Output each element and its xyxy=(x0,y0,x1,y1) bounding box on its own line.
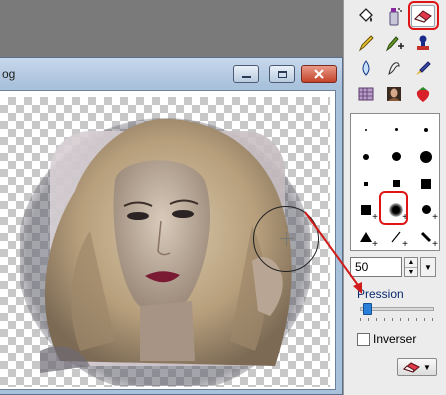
brush-shape-7[interactable] xyxy=(351,170,381,197)
brush-shape-4[interactable] xyxy=(351,143,381,170)
eraser-options-button[interactable]: ▼ xyxy=(397,358,437,376)
brush-shape-13[interactable]: + xyxy=(351,223,381,250)
chevron-down-icon[interactable]: ▼ xyxy=(405,267,417,276)
tool-spray[interactable] xyxy=(382,5,406,27)
close-icon xyxy=(314,69,324,79)
maximize-icon xyxy=(277,70,287,78)
brush-plus-icon xyxy=(385,36,404,52)
eraser-icon xyxy=(403,362,420,373)
pression-label: Pression xyxy=(357,287,404,301)
pression-slider-thumb[interactable] xyxy=(363,303,373,315)
brush-dot-plus xyxy=(421,205,431,214)
plus-icon: + xyxy=(372,239,378,250)
plus-icon: + xyxy=(402,239,408,250)
brush-dot-tiny xyxy=(365,128,367,131)
fill-bucket-icon xyxy=(359,8,373,22)
plus-icon: + xyxy=(372,212,378,223)
brush-dot-small xyxy=(394,128,398,131)
tool-pencil[interactable] xyxy=(354,32,378,54)
brush-shape-1[interactable] xyxy=(351,116,381,143)
brush-shape-10[interactable]: + xyxy=(351,196,381,223)
pression-slider-ticks xyxy=(360,318,436,322)
spray-bottle-icon xyxy=(389,8,402,26)
brush-dot-medium xyxy=(391,152,401,161)
brush-shape-9[interactable] xyxy=(411,170,441,197)
water-drop-icon xyxy=(362,60,370,76)
brush-shape-3[interactable] xyxy=(411,116,441,143)
image-canvas[interactable] xyxy=(0,90,336,390)
chevron-up-icon[interactable]: ▲ xyxy=(405,258,417,267)
inverser-label: Inverser xyxy=(373,332,417,346)
brush-dot-large xyxy=(420,150,432,163)
pencil-icon xyxy=(358,35,374,52)
eraser-highlight-ring xyxy=(408,1,439,30)
brush-highlight-ring xyxy=(379,191,408,225)
minimize-button[interactable] xyxy=(233,65,259,83)
paint-brush-icon xyxy=(416,61,431,75)
inverser-checkbox[interactable] xyxy=(357,333,370,346)
brush-dot-medium xyxy=(363,153,369,160)
plus-icon: + xyxy=(432,212,438,223)
brush-dot-small xyxy=(424,127,428,132)
image-window-title: og xyxy=(2,67,16,81)
brush-shape-14[interactable]: + xyxy=(381,223,411,250)
tool-strawberry[interactable] xyxy=(411,83,435,105)
brush-shape-12[interactable]: + xyxy=(411,196,441,223)
image-window-titlebar[interactable]: og xyxy=(0,58,342,86)
dropdown-arrow-icon: ▼ xyxy=(423,362,431,372)
strawberry-icon xyxy=(416,87,430,102)
brush-diagonal-thin xyxy=(391,231,401,242)
tool-paint-brush[interactable] xyxy=(411,57,435,79)
tool-smudge[interactable] xyxy=(382,57,406,79)
stamp-icon xyxy=(417,35,429,50)
brush-shape-15[interactable]: + xyxy=(411,223,441,250)
tool-fill-bucket[interactable] xyxy=(354,5,378,27)
image-window: og xyxy=(0,57,343,395)
brush-shape-2[interactable] xyxy=(381,116,411,143)
tool-water-drop[interactable] xyxy=(354,57,378,79)
brush-size-dropdown[interactable]: ▼ xyxy=(420,257,436,277)
portrait-icon xyxy=(387,87,401,101)
brush-square-small xyxy=(364,181,368,186)
brush-size-input[interactable]: 50 xyxy=(350,257,402,277)
dropdown-arrow-icon: ▼ xyxy=(424,262,432,272)
plus-icon: + xyxy=(432,239,438,250)
brush-shape-grid: + + + + + + xyxy=(350,113,440,251)
brush-square-plus xyxy=(361,204,371,215)
tool-brush-plus[interactable] xyxy=(382,32,406,54)
tool-stamp[interactable] xyxy=(411,32,435,54)
brush-crosshair xyxy=(280,232,294,246)
maximize-button[interactable] xyxy=(269,65,295,83)
brush-triangle xyxy=(360,231,372,242)
close-button[interactable] xyxy=(301,65,337,83)
brush-shape-5[interactable] xyxy=(381,143,411,170)
brush-shape-6[interactable] xyxy=(411,143,441,170)
brush-size-stepper[interactable]: ▲ ▼ xyxy=(404,257,418,277)
brush-square-medium xyxy=(392,180,400,187)
brush-diagonal-thick xyxy=(420,231,432,242)
smudge-icon xyxy=(388,62,400,75)
tool-portrait[interactable] xyxy=(382,83,406,105)
tool-texture[interactable] xyxy=(354,83,378,105)
brush-square-large xyxy=(421,178,431,189)
minimize-icon xyxy=(241,75,251,78)
texture-icon xyxy=(358,87,374,101)
